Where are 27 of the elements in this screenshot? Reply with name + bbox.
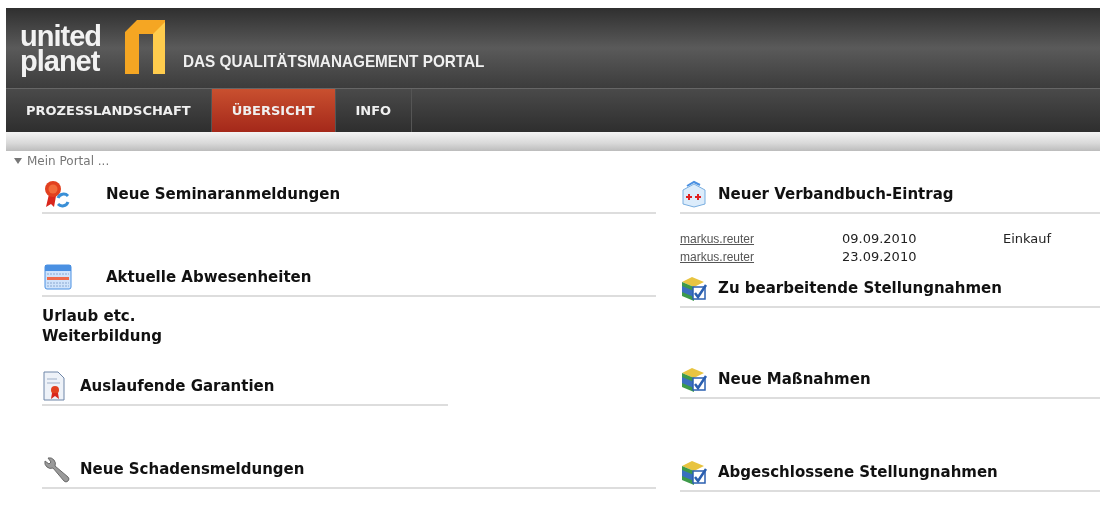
books-checkmark-icon: [680, 365, 708, 393]
caret-icon[interactable]: [14, 158, 22, 164]
table-cell-text: 09.09.2010: [842, 230, 918, 248]
user-link[interactable]: markus.reuter: [680, 250, 755, 264]
portal-title: DAS QUALITÄTSMANAGEMENT PORTAL: [183, 52, 485, 73]
portlet-title[interactable]: Neue Maßnahmen: [718, 370, 871, 388]
calendar-icon: [44, 264, 72, 290]
portlet-title[interactable]: Abgeschlossene Stellungnahmen: [718, 463, 998, 481]
table-cell-text: 23.09.2010: [842, 248, 918, 266]
first-aid-kit-icon: [680, 180, 708, 208]
portlet-title[interactable]: Neuer Verbandbuch-Eintrag: [718, 185, 954, 203]
award-ribbon-icon: [44, 180, 70, 208]
portlet-title[interactable]: Neue Seminaranmeldungen: [106, 185, 341, 203]
user-link[interactable]: markus.reuter: [680, 232, 755, 246]
books-checkmark-icon: [680, 274, 708, 302]
table-cell: Einkauf: [1003, 230, 1052, 248]
portlet-title[interactable]: Aktuelle Abwesenheiten: [106, 268, 312, 286]
portlet-title[interactable]: Neue Schadensmeldungen: [80, 460, 305, 478]
absence-type[interactable]: Weiterbildung: [42, 326, 162, 346]
section-toggle[interactable]: Mein Portal ...: [0, 151, 110, 168]
wrench-icon: [42, 455, 70, 483]
portlet-title[interactable]: Auslaufende Garantien: [80, 377, 275, 395]
portlet-title[interactable]: Zu bearbeitende Stellungnahmen: [718, 279, 1002, 297]
absence-type[interactable]: Urlaub etc.: [42, 306, 136, 326]
nav-tab[interactable]: ÜBERSICHT: [211, 89, 336, 132]
books-checkmark-icon: [680, 458, 708, 486]
certificate-icon: [42, 371, 66, 401]
